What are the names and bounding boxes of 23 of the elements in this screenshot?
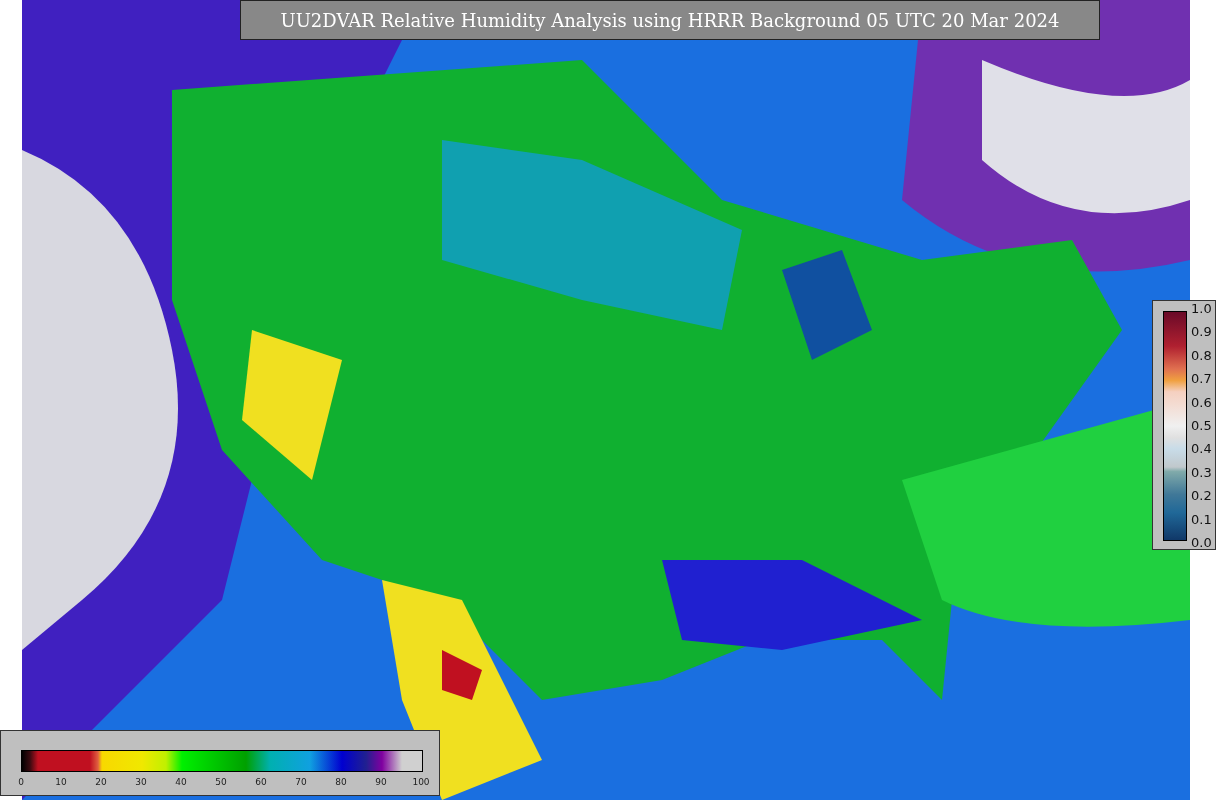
tick-label: 100	[412, 777, 430, 787]
tick-label: 0.5	[1191, 418, 1212, 433]
tick-label: 0.0	[1191, 535, 1212, 550]
tick-label: 10	[54, 777, 68, 787]
tick-label: 0.7	[1191, 372, 1212, 387]
tick-label: 0.2	[1191, 489, 1212, 504]
tick-label: 0	[17, 777, 25, 787]
tick-label: 90	[374, 777, 388, 787]
tick-label: 40	[174, 777, 188, 787]
tick-label: 0.9	[1191, 325, 1212, 340]
tick-label: 0.8	[1191, 348, 1212, 363]
tick-label: 0.6	[1191, 395, 1212, 410]
tick-label: 70	[294, 777, 308, 787]
tick-label: 0.1	[1191, 512, 1212, 527]
tick-label: 30	[134, 777, 148, 787]
tick-label: 0.4	[1191, 442, 1212, 457]
map-title: UU2DVAR Relative Humidity Analysis using HRRR Background 05 UTC 20 Mar 2024	[240, 0, 1100, 40]
tick-label: 50	[214, 777, 228, 787]
tick-label: 0.3	[1191, 465, 1212, 480]
tick-label: 20	[94, 777, 108, 787]
tick-label: 80	[334, 777, 348, 787]
tick-label: 1.0	[1191, 302, 1212, 316]
tick-label: 60	[254, 777, 268, 787]
